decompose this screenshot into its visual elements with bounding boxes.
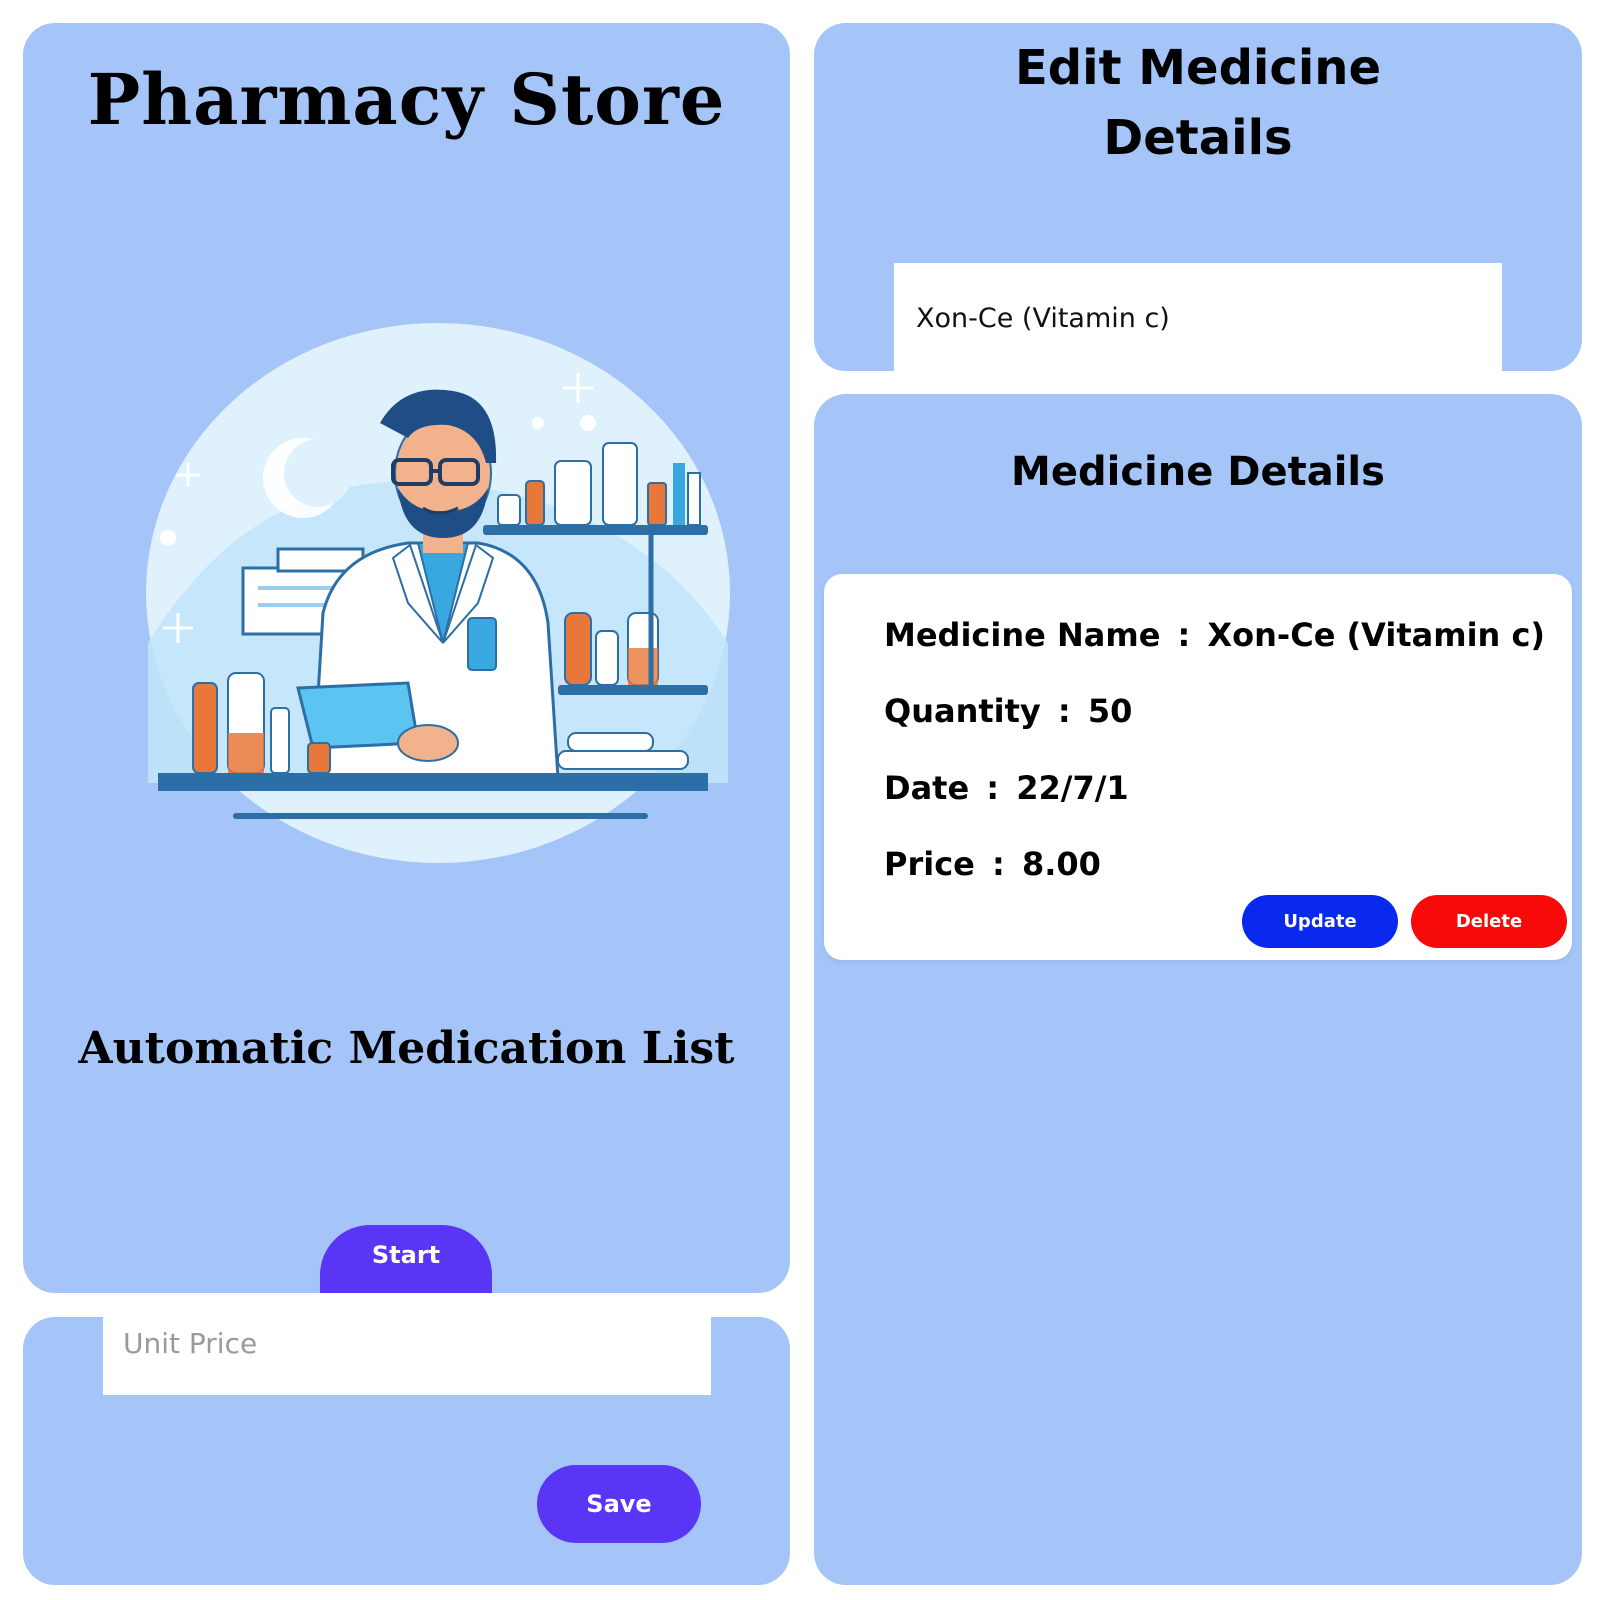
price-label: Price (884, 845, 975, 883)
separator: : (980, 845, 1016, 883)
app-title: Pharmacy Store (87, 58, 726, 141)
medicine-name-value: Xon-Ce (Vitamin c) (1207, 616, 1546, 654)
date-value: 22/7/1 (1016, 769, 1129, 807)
quantity-value: 50 (1087, 692, 1133, 730)
separator: : (975, 769, 1011, 807)
unit-price-input[interactable] (103, 1317, 711, 1395)
medicine-name-input[interactable] (894, 263, 1502, 371)
medicine-card: Medicine Name : Xon-Ce (Vitamin c) Quant… (824, 574, 1572, 960)
edit-title-line1: Edit Medicine (1014, 40, 1382, 96)
save-button[interactable]: Save (537, 1465, 701, 1543)
unit-price-screen: Save (23, 1317, 790, 1585)
pharmacist-icon (146, 323, 730, 863)
medicine-name-label: Medicine Name (884, 616, 1161, 654)
price-row: Price : 8.00 (884, 845, 1101, 883)
medicine-details-screen: Medicine Details Medicine Name : Xon-Ce … (814, 394, 1582, 1585)
date-label: Date (884, 769, 970, 807)
delete-button[interactable]: Delete (1411, 895, 1567, 948)
edit-page-title: Edit Medicine Details (814, 33, 1582, 173)
start-screen: Pharmacy Store Automatic Medication List… (23, 23, 790, 1293)
price-value: 8.00 (1021, 845, 1101, 883)
separator: : (1046, 692, 1082, 730)
medicine-name-row: Medicine Name : Xon-Ce (Vitamin c) (884, 616, 1545, 654)
update-button[interactable]: Update (1242, 895, 1398, 948)
date-row: Date : 22/7/1 (884, 769, 1129, 807)
app-subtitle: Automatic Medication List (78, 1023, 735, 1074)
details-page-title: Medicine Details (1011, 449, 1385, 495)
edit-medicine-screen: Edit Medicine Details (814, 23, 1582, 371)
quantity-label: Quantity (884, 692, 1041, 730)
separator: : (1166, 616, 1202, 654)
edit-title-line2: Details (1103, 110, 1293, 166)
start-button[interactable]: Start (320, 1225, 492, 1293)
quantity-row: Quantity : 50 (884, 692, 1132, 730)
